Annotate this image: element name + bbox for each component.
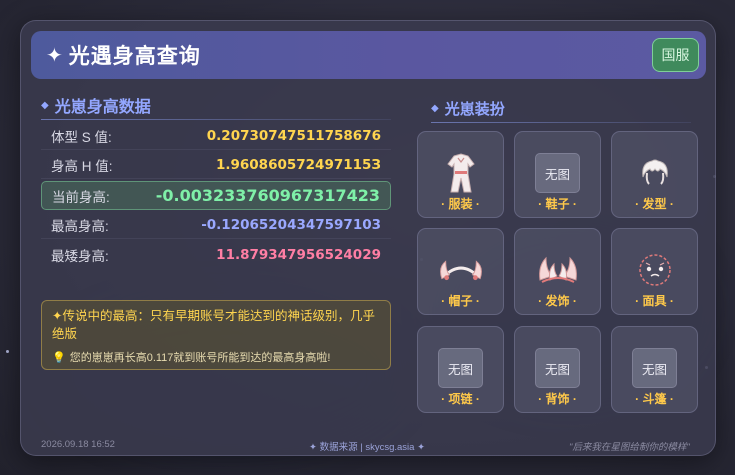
hat-icon <box>438 249 484 291</box>
hairstyle-icon <box>632 152 678 194</box>
no-image-placeholder: 无图 <box>438 348 483 388</box>
outfit-item-label: · 发饰 · <box>538 294 577 308</box>
notice-title: ✦传说中的最高：只有早期账号才能达到的神话级别，几乎绝版 <box>52 309 375 341</box>
stats-section-title: ◆ 光崽身高数据 <box>41 93 151 117</box>
stat-value: -0.12065204347597103 <box>201 216 381 233</box>
stat-row-body-s: 体型 S 值: 0.20730747511758676 <box>41 122 391 150</box>
legend-notice: ✦传说中的最高：只有早期账号才能达到的神话级别，几乎绝版 💡 您的崽崽再长高0.… <box>41 300 391 370</box>
diamond-icon: ◆ <box>41 99 49 111</box>
outfit-icon <box>438 152 484 194</box>
region-button[interactable]: 国服 <box>652 38 699 72</box>
footer-source: ✦ 数据来源 | skycsg.asia ✦ <box>309 442 426 453</box>
outfit-item-cape[interactable]: 无图 · 斗篷 · <box>611 326 698 413</box>
outfit-item-necklace[interactable]: 无图 · 项链 · <box>417 326 504 413</box>
section-divider <box>41 119 391 120</box>
outfit-item-clothes[interactable]: · 服装 · <box>417 131 504 218</box>
shoes-icon: 无图 <box>535 152 581 194</box>
outfit-item-label: · 帽子 · <box>441 294 480 308</box>
notice-tip-text: 您的崽崽再长高0.117就到账号所能到达的最高身高啦! <box>69 352 331 364</box>
stat-value: 11.879347956524029 <box>216 247 381 263</box>
hair-accessory-icon <box>535 249 581 291</box>
stat-row-min-height: 最矮身高: 11.879347956524029 <box>41 241 391 269</box>
main-card: ✦ 光遇身高查询 国服 ◆ 光崽身高数据 体型 S 值: 0.207307475… <box>20 20 716 456</box>
outfit-item-shoes[interactable]: 无图 · 鞋子 · <box>514 131 601 218</box>
stat-label: 最高身高: <box>51 218 109 234</box>
necklace-icon: 无图 <box>438 347 484 389</box>
footer-timestamp: 2026.09.18 16:52 <box>41 439 115 450</box>
stats-section-label: 光崽身高数据 <box>54 99 151 116</box>
stat-label: 身高 H 值: <box>51 158 113 174</box>
outfit-item-label: · 服装 · <box>441 197 480 211</box>
diamond-icon: ◆ <box>431 103 439 114</box>
stat-row-max-height: 最高身高: -0.12065204347597103 <box>41 211 391 239</box>
notice-tip: 💡 您的崽崽再长高0.117就到账号所能到达的最高身高啦! <box>52 349 380 365</box>
no-image-placeholder: 无图 <box>632 348 677 388</box>
header-bar: ✦ 光遇身高查询 国服 <box>31 31 706 79</box>
stat-row-current-height: 当前身高: -0.003233760967317423 <box>41 181 391 210</box>
outfit-item-label: · 斗篷 · <box>635 392 674 406</box>
outfit-item-label: · 项链 · <box>441 392 480 406</box>
no-image-placeholder: 无图 <box>535 348 580 388</box>
lightbulb-icon: 💡 <box>52 351 66 364</box>
page-title: 光遇身高查询 <box>68 45 201 68</box>
outfit-item-label: · 面具 · <box>635 294 674 308</box>
outfit-item-label: · 背饰 · <box>538 392 577 406</box>
outfit-item-hair-accessory[interactable]: · 发饰 · <box>514 228 601 315</box>
cape-icon: 无图 <box>632 347 678 389</box>
back-accessory-icon: 无图 <box>535 347 581 389</box>
outfit-item-hairstyle[interactable]: · 发型 · <box>611 131 698 218</box>
stat-row-height-h: 身高 H 值: 1.960860572497115З <box>41 151 391 179</box>
no-image-placeholder: 无图 <box>535 153 580 193</box>
outfit-item-label: · 发型 · <box>635 197 674 211</box>
outfit-item-back-accessory[interactable]: 无图 · 背饰 · <box>514 326 601 413</box>
stat-value: 0.20730747511758676 <box>206 127 381 144</box>
stat-value: 1.960860572497115З <box>215 156 381 173</box>
stat-label: 体型 S 值: <box>51 129 112 145</box>
stat-label: 当前身高: <box>52 189 110 205</box>
outfit-item-label: · 鞋子 · <box>538 197 577 211</box>
sparkle-icon: ✦ <box>46 44 63 67</box>
stat-value: -0.003233760967317423 <box>155 186 380 205</box>
section-divider <box>431 122 691 123</box>
stat-label: 最矮身高: <box>51 249 109 264</box>
footer-quote: "后来我在星图给制你的模样" <box>569 442 690 453</box>
outfit-section-title: ◆ 光崽装扮 <box>431 98 505 119</box>
outfit-section-label: 光崽装扮 <box>444 101 505 118</box>
mask-icon <box>632 249 678 291</box>
background-star <box>6 350 9 353</box>
outfit-item-mask[interactable]: · 面具 · <box>611 228 698 315</box>
outfit-item-hat[interactable]: · 帽子 · <box>417 228 504 315</box>
